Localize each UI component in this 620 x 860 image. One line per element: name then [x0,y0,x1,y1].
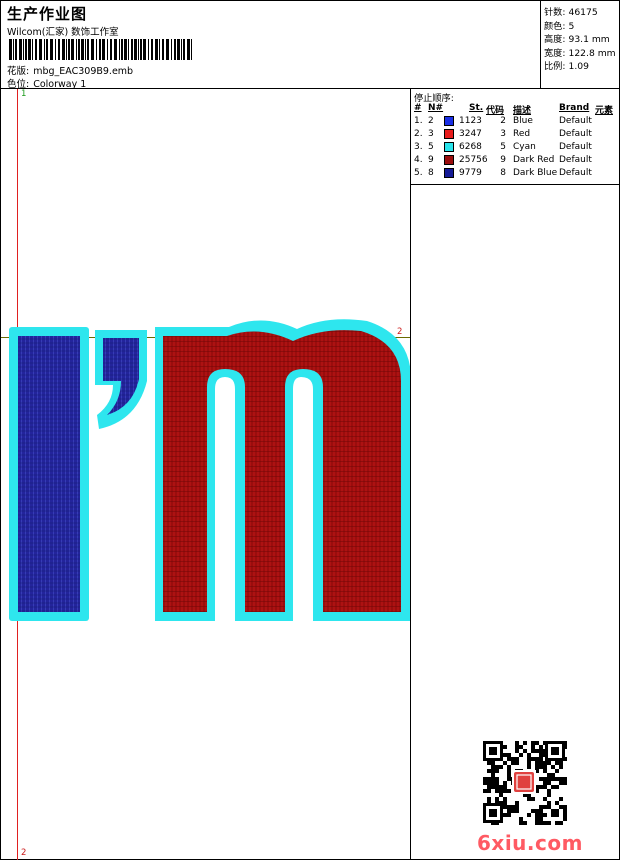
design-file-line: 花版: mbg_EAC309B9.emb [7,63,133,77]
studio-name: Wilcom(汇家) 数饰工作室 [7,27,119,38]
color-swatch [444,116,454,126]
color-row: 1. 2 1123 2 Blue Default [414,116,620,129]
header-description: 描述 [513,106,532,116]
color-swatch [444,142,454,152]
row-brand: Default [559,116,592,126]
letter-m [155,319,410,621]
stat-value: 46175 [568,7,598,18]
stat-colors: 颜色: 5 [544,18,620,32]
row-brand: Default [559,168,592,178]
color-row: 2. 3 3247 3 Red Default [414,129,620,142]
color-row: 5. 8 9779 8 Dark Blue Default [414,168,620,181]
worksheet-header: 生产作业图 Wilcom(汇家) 数饰工作室 花版: mbg_EAC309B9.e… [1,1,620,90]
stat-scale: 比例: 1.09 [544,58,620,72]
row-description: Dark Blue [513,168,558,178]
row-code: 8 [500,168,506,178]
row-n: 8 [428,168,434,178]
row-index: 5. [414,168,423,178]
design-area: 1 2 2 [1,89,410,860]
stat-height: 高度: 93.1 mm [544,31,620,45]
row-stitches: 1123 [459,116,482,126]
row-index: 4. [414,155,423,165]
row-stitches: 3247 [459,129,482,139]
row-description: Dark Red [513,155,555,165]
header-num: # [414,103,422,113]
row-index: 1. [414,116,423,126]
stat-value: 1.09 [568,61,589,73]
colorway-line: 色位: Colorway 1 [7,76,86,90]
stat-label: 高度: [544,34,566,46]
row-index: 2. [414,129,423,139]
row-code: 9 [500,155,506,165]
production-worksheet: 生产作业图 Wilcom(汇家) 数饰工作室 花版: mbg_EAC309B9.e… [0,0,620,860]
stop-sequence-panel: 停止顺序: # N# St. 代码 描述 Brand 元素 1. 2 1123 2 Bl… [410,89,620,185]
stat-label: 针数: [544,7,566,18]
stop-sequence-title: 停止顺序: [414,93,454,104]
row-description: Blue [513,116,533,126]
row-n: 9 [428,155,434,165]
design-stats: 针数: 46175 颜色: 5 高度: 93.1 mm 宽度: 122.8 mm 比例:… [540,1,620,89]
row-stitches: 25756 [459,155,488,165]
stat-width: 宽度: 122.8 mm [544,45,620,59]
embroidery-design [9,319,410,621]
color-swatch [444,129,454,139]
header-code: 代码 [486,106,505,116]
header-n: N# [428,103,444,113]
stat-value: 93.1 mm [568,34,610,46]
row-brand: Default [559,155,592,165]
row-code: 5 [500,142,506,152]
row-stitches: 6268 [459,142,482,152]
row-code: 3 [500,129,506,139]
row-n: 3 [428,129,434,139]
color-row: 3. 5 6268 5 Cyan Default [414,142,620,155]
row-description: Red [513,129,531,139]
stat-value: 5 [568,20,575,32]
stat-label: 颜色: [544,20,566,32]
stat-stitches: 针数: 46175 [544,4,620,18]
row-n: 2 [428,116,434,126]
worksheet-title: 生产作业图 [7,5,88,23]
row-code: 2 [500,116,506,126]
color-swatch [444,168,454,178]
stat-value: 122.8 mm [568,47,616,59]
stat-label: 比例: [544,61,566,73]
apostrophe-mark [95,330,147,429]
qr-code [481,739,567,825]
site-watermark: 6xiu.com [477,831,583,855]
color-swatch [444,155,454,165]
header-brand: Brand [559,103,590,113]
row-description: Cyan [513,142,536,152]
header-element: 元素 [595,106,614,116]
color-row: 4. 9 25756 9 Dark Red Default [414,155,620,168]
row-stitches: 9779 [459,168,482,178]
stat-label: 宽度: [544,47,566,59]
letter-i [9,327,89,621]
row-brand: Default [559,129,592,139]
row-index: 3. [414,142,423,152]
row-brand: Default [559,142,592,152]
barcode [9,39,192,60]
header-stitches: St. [469,103,484,113]
row-n: 5 [428,142,434,152]
stop-sequence-headers: # N# St. 代码 描述 Brand 元素 [414,103,620,116]
panel-divider [410,185,411,860]
